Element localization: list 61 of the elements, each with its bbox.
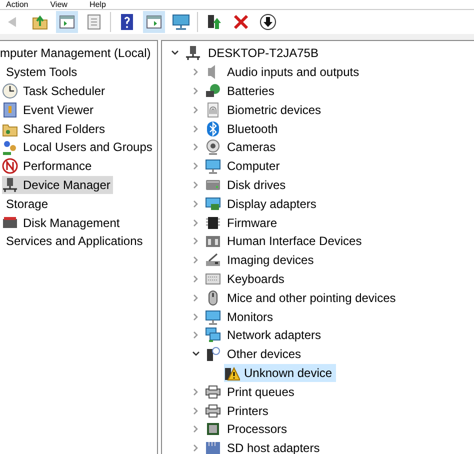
tree-item[interactable]: Imaging devices xyxy=(225,253,314,268)
keyboard-icon xyxy=(205,270,221,287)
cpu-icon xyxy=(205,421,221,438)
tree-item[interactable]: Disk Management xyxy=(2,214,123,232)
download-icon[interactable] xyxy=(257,11,279,33)
computer-icon xyxy=(2,176,18,193)
monitor-icon xyxy=(205,308,221,325)
display-adapter-icon xyxy=(205,196,221,212)
tree-item[interactable]: Task Scheduler xyxy=(2,82,108,100)
monitor-icon xyxy=(205,158,221,174)
battery-icon xyxy=(205,82,221,99)
tree-item[interactable]: mputer Management (Local) xyxy=(0,46,151,60)
tree-item[interactable]: Print queues xyxy=(225,384,294,399)
tree-item[interactable]: Bluetooth xyxy=(225,122,278,136)
webcam-icon xyxy=(205,139,221,156)
users-icon xyxy=(2,139,18,156)
tree-item[interactable]: Mice and other pointing devices xyxy=(225,290,396,305)
tree-item[interactable]: Unknown device xyxy=(224,364,336,382)
tree-item[interactable]: Cameras xyxy=(225,140,276,154)
tree-item[interactable]: Disk drives xyxy=(225,178,286,192)
tree-item[interactable]: Services and Applications xyxy=(6,234,143,248)
printer-icon xyxy=(205,384,221,400)
tree-item[interactable]: Display adapters xyxy=(225,196,316,211)
tree-pane-icon[interactable] xyxy=(56,11,78,33)
tree-item[interactable]: Performance xyxy=(2,157,95,176)
tree-item[interactable]: Other devices xyxy=(225,347,302,362)
printer-icon xyxy=(205,402,221,419)
tree-item[interactable]: Computer xyxy=(225,159,280,174)
network-icon xyxy=(205,327,221,344)
tree-item[interactable]: System Tools xyxy=(6,65,78,80)
tree-item[interactable]: Human Interface Devices xyxy=(225,234,362,248)
computer-icon xyxy=(185,45,201,62)
tree-item[interactable]: Biometric devices xyxy=(225,102,322,117)
tree-item[interactable]: Monitors xyxy=(225,310,274,324)
tree-item[interactable]: Local Users and Groups xyxy=(2,138,156,156)
tree-item[interactable]: Firmware xyxy=(225,216,277,230)
tree-item[interactable]: Event Viewer xyxy=(2,100,96,119)
menu-item[interactable]: Action xyxy=(6,0,28,9)
tree-item[interactable]: Network adapters xyxy=(225,328,322,342)
menu-item[interactable]: View xyxy=(50,0,68,9)
clock-icon xyxy=(2,82,18,99)
tree-item[interactable]: Keyboards xyxy=(225,272,284,286)
tree-item[interactable]: Processors xyxy=(225,422,288,436)
bluetooth-icon xyxy=(205,120,221,137)
action-pane-icon[interactable] xyxy=(143,11,165,33)
tree-item[interactable]: Shared Folders xyxy=(2,120,108,138)
card-icon xyxy=(205,440,221,454)
tree-item[interactable]: Device Manager xyxy=(2,176,114,194)
scanner-icon xyxy=(205,252,221,268)
unknown-device-icon xyxy=(205,346,221,362)
fingerprint-icon xyxy=(205,102,221,118)
tree-item[interactable]: Audio inputs and outputs xyxy=(225,65,360,80)
tree-item[interactable]: Batteries xyxy=(225,84,274,98)
tree-item[interactable]: Printers xyxy=(225,404,268,418)
menu-item[interactable]: Help xyxy=(89,0,106,9)
tree-item[interactable]: DESKTOP-T2JA75B xyxy=(206,46,318,60)
tree-item[interactable]: Storage xyxy=(6,196,48,211)
chip-icon xyxy=(205,214,221,231)
disk-icon xyxy=(2,214,18,231)
warning-icon xyxy=(224,364,240,381)
log-icon xyxy=(2,102,18,118)
